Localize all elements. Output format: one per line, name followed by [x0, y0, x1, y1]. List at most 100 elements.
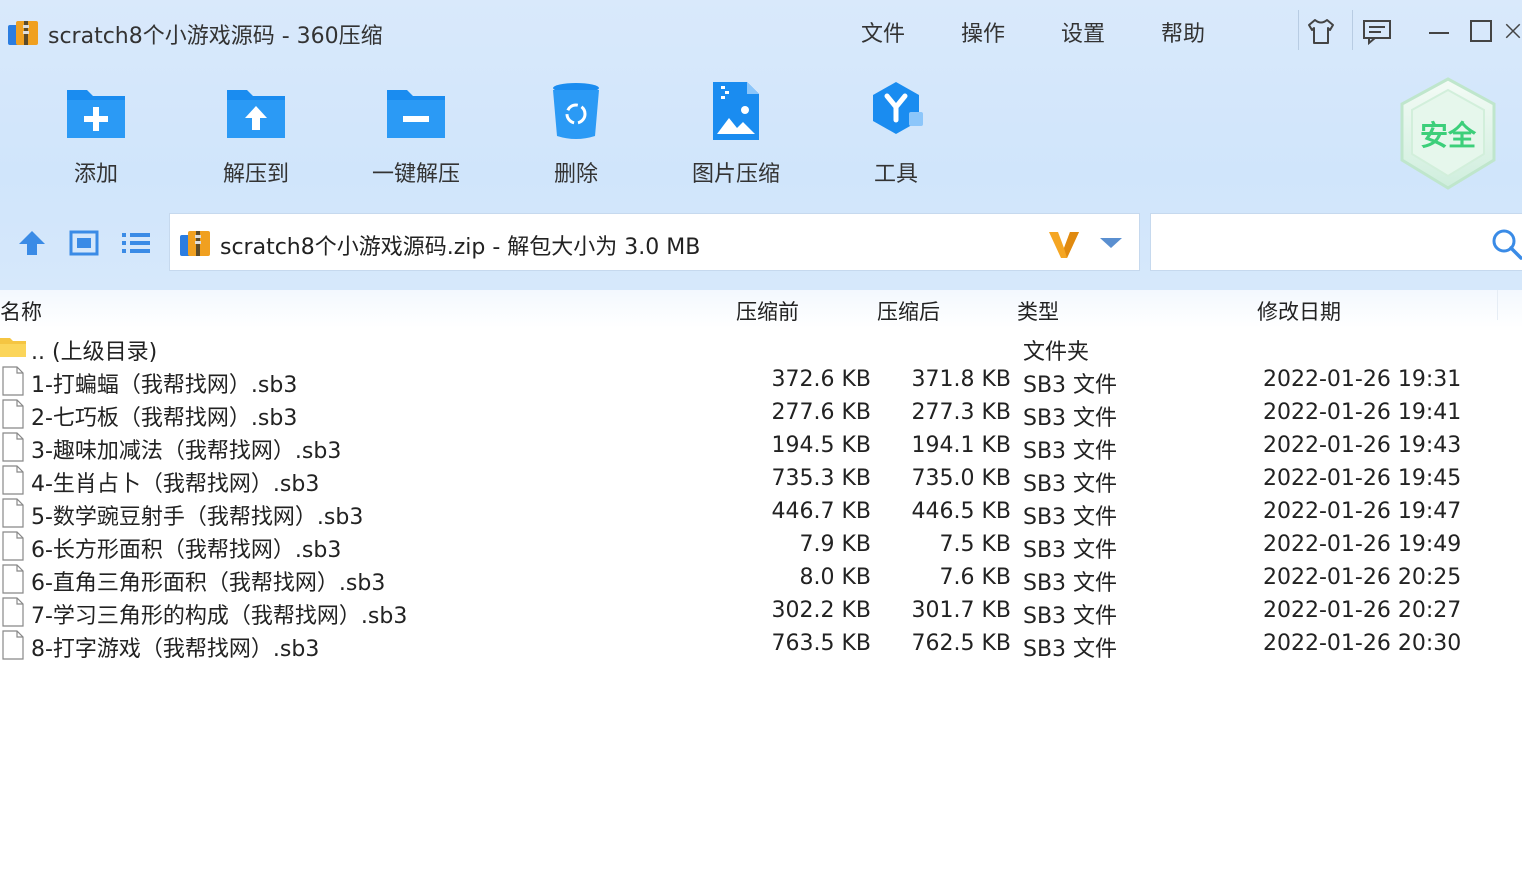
- file-size-before: 277.6 KB: [771, 400, 872, 425]
- file-row[interactable]: 6-直角三角形面积（我帮找网）.sb3 8.0 KB 7.6 KB SB3 文件 202…: [0, 562, 1522, 596]
- image-compress-icon: [713, 82, 759, 140]
- file-size-before: 372.6 KB: [771, 367, 872, 392]
- one-click-extract-button[interactable]: 一键解压: [361, 80, 471, 190]
- file-size-after: 301.7 KB: [911, 598, 1012, 623]
- delete-label: 删除: [553, 162, 598, 187]
- file-size-before: 302.2 KB: [771, 598, 872, 623]
- file-name: 8-打字游戏（我帮找网）.sb3: [31, 637, 320, 662]
- folder-icon: [0, 338, 26, 357]
- file-icon: [2, 399, 24, 429]
- column-size-after[interactable]: 压缩后: [877, 296, 940, 326]
- menu-help[interactable]: 帮助: [1161, 16, 1205, 48]
- column-size-before[interactable]: 压缩前: [736, 296, 799, 326]
- file-name: 3-趣味加减法（我帮找网）.sb3: [31, 439, 342, 464]
- image-compress-button[interactable]: 图片压缩: [681, 80, 791, 190]
- up-level-button[interactable]: [15, 226, 49, 260]
- extract-to-icon: [227, 90, 285, 138]
- thumbnail-view-button[interactable]: [67, 226, 101, 260]
- file-name: 2-七巧板（我帮找网）.sb3: [31, 406, 298, 431]
- file-name: 1-打蝙蝠（我帮找网）.sb3: [31, 373, 298, 398]
- up-arrow-icon: [19, 231, 45, 255]
- minimize-icon[interactable]: [1420, 14, 1458, 48]
- file-size-after: 371.8 KB: [911, 367, 1012, 392]
- file-name: 6-直角三角形面积（我帮找网）.sb3: [31, 571, 386, 596]
- file-date: 2022-01-26 19:49: [1263, 532, 1462, 557]
- file-icon: [2, 531, 24, 561]
- file-size-after: 277.3 KB: [911, 400, 1012, 425]
- file-date: 2022-01-26 20:30: [1263, 631, 1462, 656]
- file-row[interactable]: 4-生肖占卜（我帮找网）.sb3 735.3 KB 735.0 KB SB3 文件 20…: [0, 463, 1522, 497]
- column-date[interactable]: 修改日期: [1257, 296, 1341, 326]
- file-size-before: 446.7 KB: [771, 499, 872, 524]
- parent-directory-name: .. (上级目录): [31, 340, 158, 365]
- file-size-after: 446.5 KB: [911, 499, 1012, 524]
- tools-button[interactable]: 工具: [841, 80, 951, 190]
- address-bar[interactable]: scratch8个小游戏源码.zip - 解包大小为 3.0 MB: [169, 213, 1140, 271]
- top-panel: scratch8个小游戏源码 - 360压缩 文件 操作 设置 帮助 添加 解压…: [0, 0, 1522, 290]
- file-name: 7-学习三角形的构成（我帮找网）.sb3: [31, 604, 408, 629]
- tools-icon: [873, 82, 923, 134]
- file-icon: [2, 498, 24, 528]
- security-badge-label: 安全: [1419, 119, 1476, 152]
- list-view-button[interactable]: [119, 226, 153, 260]
- file-size-after: 762.5 KB: [911, 631, 1012, 656]
- file-icon: [2, 630, 24, 660]
- file-row[interactable]: 6-长方形面积（我帮找网）.sb3 7.9 KB 7.5 KB SB3 文件 2022-…: [0, 529, 1522, 563]
- column-divider: [1497, 290, 1498, 320]
- file-date: 2022-01-26 19:47: [1263, 499, 1462, 524]
- maximize-icon[interactable]: [1462, 14, 1500, 48]
- close-icon[interactable]: [1504, 14, 1522, 48]
- file-row[interactable]: 3-趣味加减法（我帮找网）.sb3 194.5 KB 194.1 KB SB3 文件 2…: [0, 430, 1522, 464]
- file-size-after: 194.1 KB: [911, 433, 1012, 458]
- file-size-after: 735.0 KB: [911, 466, 1012, 491]
- add-button[interactable]: 添加: [41, 80, 151, 190]
- file-name: 5-数学豌豆射手（我帮找网）.sb3: [31, 505, 364, 530]
- file-row[interactable]: 5-数学豌豆射手（我帮找网）.sb3 446.7 KB 446.5 KB SB3 文件…: [0, 496, 1522, 530]
- feedback-icon[interactable]: [1358, 14, 1396, 48]
- file-name: 6-长方形面积（我帮找网）.sb3: [31, 538, 342, 563]
- file-icon: [2, 465, 24, 495]
- file-size-before: 763.5 KB: [771, 631, 872, 656]
- divider: [1352, 10, 1353, 50]
- file-type: SB3 文件: [1023, 571, 1118, 596]
- file-size-after: 7.5 KB: [939, 532, 1012, 557]
- extract-to-button[interactable]: 解压到: [201, 80, 311, 190]
- search-box[interactable]: [1150, 213, 1522, 271]
- file-row[interactable]: 8-打字游戏（我帮找网）.sb3 763.5 KB 762.5 KB SB3 文件 20…: [0, 628, 1522, 662]
- search-input[interactable]: [1159, 222, 1479, 262]
- thumbnail-view-icon: [69, 230, 99, 256]
- file-date: 2022-01-26 19:41: [1263, 400, 1462, 425]
- column-type[interactable]: 类型: [1017, 296, 1059, 326]
- menu-file[interactable]: 文件: [861, 16, 905, 48]
- add-folder-icon: [67, 90, 125, 138]
- file-type: SB3 文件: [1023, 439, 1118, 464]
- app-logo-icon: [8, 21, 38, 45]
- column-name[interactable]: 名称: [0, 296, 42, 326]
- file-type: SB3 文件: [1023, 406, 1118, 431]
- file-icon: [2, 432, 24, 462]
- search-icon[interactable]: [1491, 228, 1522, 260]
- address-text: scratch8个小游戏源码.zip - 解包大小为 3.0 MB: [220, 235, 701, 260]
- v-logo-icon[interactable]: [1046, 226, 1082, 262]
- file-icon: [2, 597, 24, 627]
- menu-settings[interactable]: 设置: [1061, 16, 1105, 48]
- archive-file-icon: [180, 231, 210, 256]
- skin-icon[interactable]: [1302, 14, 1340, 48]
- file-row[interactable]: 2-七巧板（我帮找网）.sb3 277.6 KB 277.3 KB SB3 文件 202…: [0, 397, 1522, 431]
- file-type: SB3 文件: [1023, 472, 1118, 497]
- file-row[interactable]: 1-打蝙蝠（我帮找网）.sb3 372.6 KB 371.8 KB SB3 文件 202…: [0, 364, 1522, 398]
- file-date: 2022-01-26 19:43: [1263, 433, 1462, 458]
- parent-directory-row[interactable]: .. (上级目录) 文件夹: [0, 331, 1522, 365]
- tools-label: 工具: [873, 162, 918, 187]
- file-size-before: 194.5 KB: [771, 433, 872, 458]
- chevron-down-icon[interactable]: [1098, 236, 1124, 250]
- menu-operate[interactable]: 操作: [961, 16, 1005, 48]
- file-name: 4-生肖占卜（我帮找网）.sb3: [31, 472, 320, 497]
- file-date: 2022-01-26 20:27: [1263, 598, 1462, 623]
- file-date: 2022-01-26 19:45: [1263, 466, 1462, 491]
- file-size-after: 7.6 KB: [939, 565, 1012, 590]
- delete-button[interactable]: 删除: [521, 80, 631, 190]
- parent-directory-type: 文件夹: [1023, 340, 1090, 365]
- divider: [1298, 10, 1299, 50]
- file-row[interactable]: 7-学习三角形的构成（我帮找网）.sb3 302.2 KB 301.7 KB SB3 …: [0, 595, 1522, 629]
